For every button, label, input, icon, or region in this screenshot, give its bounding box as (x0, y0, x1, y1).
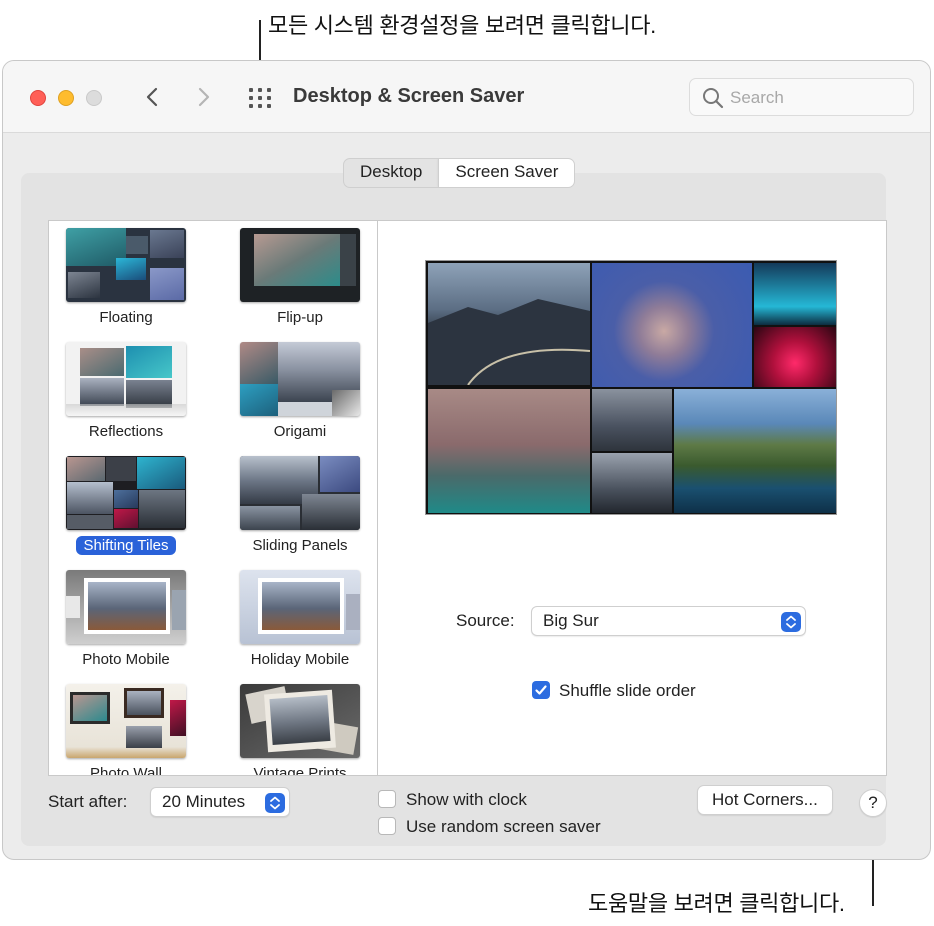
screen-saver-item[interactable]: Holiday Mobile (225, 570, 375, 669)
start-after-popup[interactable]: 20 Minutes (150, 787, 290, 817)
screen-saver-item[interactable]: Shifting Tiles (51, 456, 201, 555)
screen-saver-item[interactable]: Origami (225, 342, 375, 441)
screen-saver-label: Sliding Panels (252, 537, 348, 554)
grid-icon (249, 88, 271, 108)
road-image (428, 299, 591, 386)
preview-tile-rocks (592, 389, 672, 451)
screen-saver-label: Photo Wall (90, 765, 162, 776)
shuffle-label: Shuffle slide order (559, 681, 696, 700)
screen-saver-label: Vintage Prints (253, 765, 347, 776)
tab-screen-saver[interactable]: Screen Saver (438, 159, 575, 187)
screen-saver-label: Photo Mobile (82, 651, 170, 668)
photo-wall-thumbnail (66, 684, 186, 758)
shifting-tiles-thumbnail (66, 456, 186, 530)
back-button[interactable] (137, 81, 167, 113)
screen-saver-label: Origami (273, 423, 327, 440)
preview-tile-coral (754, 263, 836, 325)
screen-saver-panel: Floating Flip-up Reflections Origami Shi… (21, 173, 887, 846)
help-button[interactable]: ? (859, 789, 887, 817)
screen-saver-preview[interactable] (425, 260, 837, 515)
preview-tile-sea (592, 453, 672, 513)
title-bar: Desktop & Screen Saver (3, 61, 930, 133)
start-after-value: 20 Minutes (162, 792, 246, 811)
screen-saver-item[interactable]: Reflections (51, 342, 201, 441)
window-title: Desktop & Screen Saver (293, 85, 525, 107)
start-after-label: Start after: (48, 792, 128, 811)
flip-up-thumbnail (240, 228, 360, 302)
close-button[interactable] (30, 90, 46, 106)
screen-saver-item[interactable]: Vintage Prints (225, 684, 375, 776)
vintage-prints-thumbnail (240, 684, 360, 758)
popup-arrows-icon (781, 612, 801, 632)
show-all-button[interactable] (247, 85, 273, 111)
random-saver-checkbox[interactable] (378, 817, 396, 835)
preview-tile-rock (592, 263, 752, 387)
minimize-button[interactable] (58, 90, 74, 106)
screen-saver-label: Flip-up (277, 309, 323, 326)
source-label: Source: (456, 611, 515, 630)
callout-help: 도움말을 보려면 클릭합니다. (588, 891, 845, 916)
preferences-window: Desktop & Screen Saver Flo (2, 60, 931, 860)
preview-tile-cliff (428, 389, 590, 513)
random-saver-label: Use random screen saver (406, 817, 601, 836)
reflections-thumbnail (66, 342, 186, 416)
tab-desktop[interactable]: Desktop (344, 159, 438, 187)
screen-saver-item[interactable]: Floating (51, 228, 201, 327)
screen-saver-item[interactable]: Flip-up (225, 228, 375, 327)
show-clock-checkbox[interactable] (378, 790, 396, 808)
screen-saver-item[interactable]: Photo Mobile (51, 570, 201, 669)
source-popup[interactable]: Big Sur (531, 606, 806, 636)
screen-saver-label: Floating (99, 309, 153, 326)
search-input[interactable] (730, 85, 905, 111)
floating-thumbnail (66, 228, 186, 302)
search-icon (703, 88, 724, 109)
photo-mobile-thumbnail (66, 570, 186, 644)
screen-saver-label: Holiday Mobile (250, 651, 350, 668)
preview-pane: Source: Big Sur Shuffle slide order (377, 220, 887, 776)
screen-saver-list[interactable]: Floating Flip-up Reflections Origami Shi… (48, 220, 377, 776)
preview-tile-coast (674, 389, 836, 513)
holiday-mobile-thumbnail (240, 570, 360, 644)
tab-bar: Desktop Screen Saver (343, 158, 576, 188)
source-value: Big Sur (543, 611, 599, 630)
search-field[interactable] (689, 78, 914, 116)
origami-thumbnail (240, 342, 360, 416)
zoom-button[interactable] (86, 90, 102, 106)
preview-tile-road (428, 263, 591, 386)
screen-saver-item[interactable]: Sliding Panels (225, 456, 375, 555)
screen-saver-label: Shifting Tiles (76, 536, 176, 555)
callout-show-all: 모든 시스템 환경설정을 보려면 클릭합니다. (268, 13, 656, 38)
shuffle-checkbox[interactable] (532, 681, 550, 699)
screen-saver-label: Reflections (88, 423, 164, 440)
forward-button[interactable] (189, 81, 219, 113)
checkmark-icon (535, 685, 547, 695)
popup-arrows-icon (265, 793, 285, 813)
chevron-right-icon (198, 87, 210, 107)
show-clock-label: Show with clock (406, 790, 527, 809)
sliding-panels-thumbnail (240, 456, 360, 530)
hot-corners-button[interactable]: Hot Corners... (697, 785, 833, 815)
preview-tile-plant (754, 327, 836, 387)
chevron-left-icon (146, 87, 158, 107)
screen-saver-item[interactable]: Photo Wall (51, 684, 201, 776)
